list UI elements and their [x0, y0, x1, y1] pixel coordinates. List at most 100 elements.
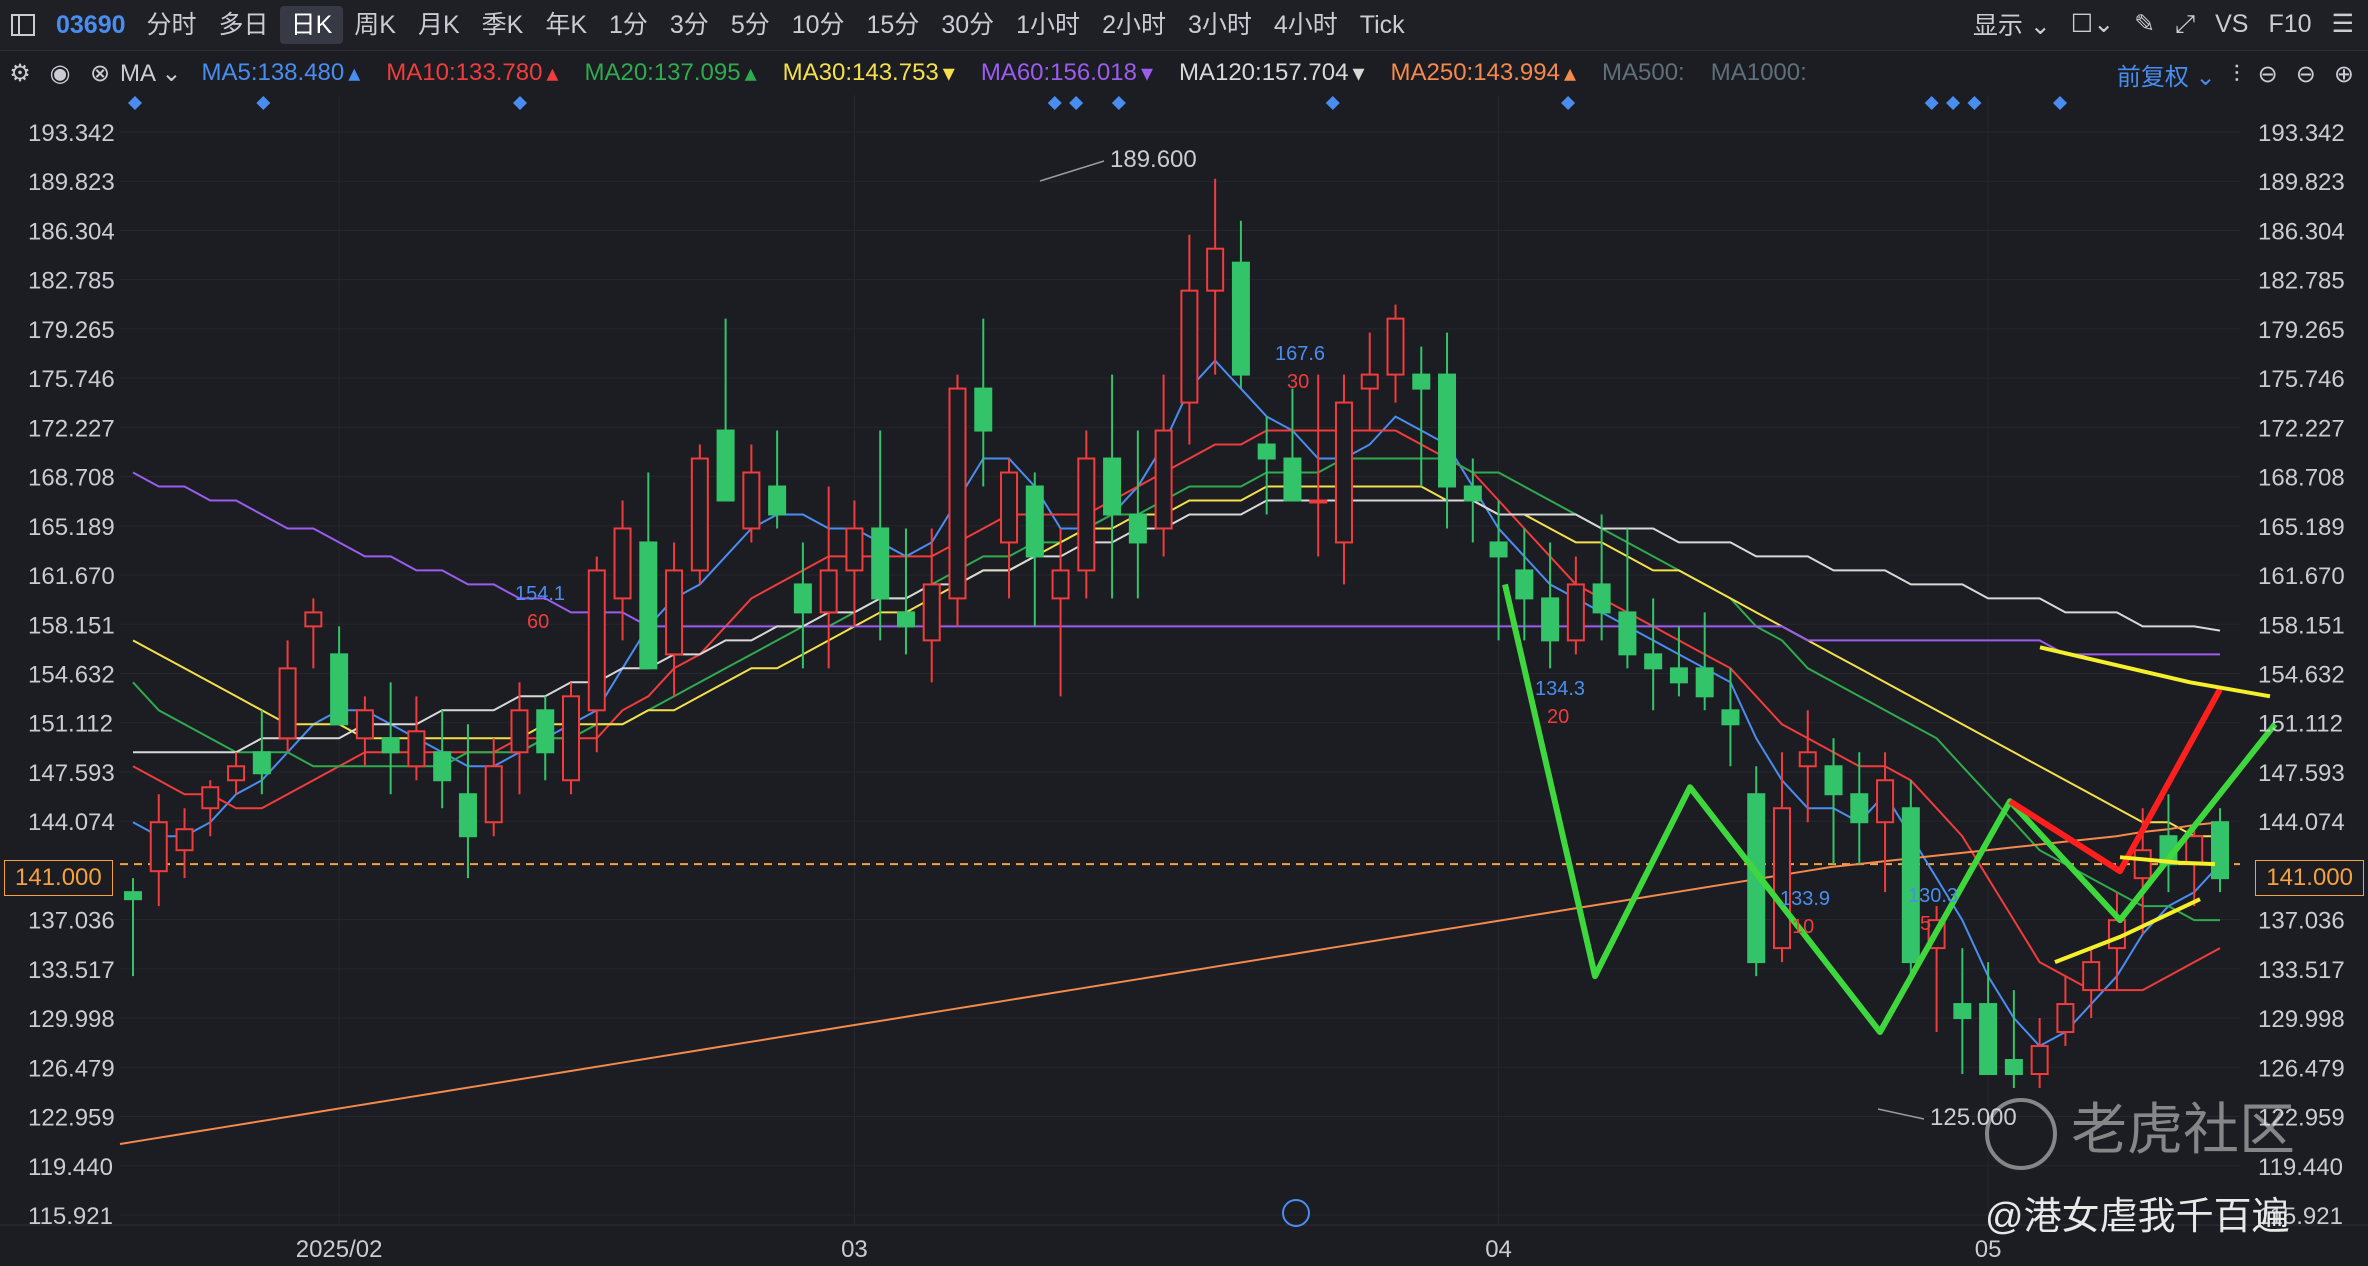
zoom-in-icon[interactable]: ⊕ [2334, 60, 2354, 89]
f10-button[interactable]: F10 [2268, 10, 2311, 39]
period-tab[interactable]: 3小时 [1177, 6, 1263, 44]
period-tab[interactable]: 2小时 [1091, 6, 1177, 44]
chart-settings-icon[interactable]: ⫶ [2234, 61, 2240, 89]
chevron-circle-icon[interactable]: ◉ [40, 59, 80, 88]
annotation: 154.1 60 [515, 583, 565, 633]
candle-body [433, 751, 452, 782]
candle [819, 486, 838, 669]
cost-sub-label: 5 [1920, 913, 1931, 935]
zoom-out-2-icon[interactable]: ⊖ [2296, 60, 2316, 89]
gear-icon[interactable]: ⚙ [0, 59, 40, 88]
y-tick-right: 129.998 [2258, 1006, 2345, 1033]
candle-body [304, 611, 323, 628]
period-tab[interactable]: 15分 [856, 6, 931, 44]
period-tab[interactable]: 10分 [781, 6, 856, 44]
event-diamond[interactable] [1111, 96, 1126, 110]
stock-symbol[interactable]: 03690 [46, 11, 136, 40]
ma-arrow-icon: ▾ [942, 59, 955, 87]
expand-icon[interactable]: ⤢ [2175, 10, 2195, 39]
candle-body [742, 471, 761, 530]
y-tick-right: 193.342 [2258, 120, 2345, 147]
period-tab[interactable]: 30分 [930, 6, 1005, 44]
candle [1154, 374, 1173, 557]
period-tab[interactable]: 分时 [136, 6, 208, 44]
checkbox-icon[interactable]: ☐⌄ [2071, 9, 2114, 39]
candle-body [536, 709, 555, 754]
candle-body [1077, 457, 1096, 572]
period-tab[interactable]: 1小时 [1005, 6, 1091, 44]
period-tab[interactable]: 年K [534, 6, 598, 44]
ma-item[interactable]: MA500: [1602, 59, 1685, 88]
event-diamond[interactable] [256, 96, 271, 110]
period-tab[interactable]: 周K [343, 6, 407, 44]
period-tab[interactable]: 季K [471, 6, 535, 44]
period-tab[interactable]: 5分 [720, 6, 781, 44]
period-tab[interactable]: 多日 [208, 6, 280, 44]
candle-body [845, 527, 864, 572]
candle-body [1489, 541, 1508, 558]
candle-body [871, 527, 890, 600]
candle-body [252, 751, 271, 775]
ma-item[interactable]: MA20:137.095 [584, 59, 740, 88]
y-tick-right: 126.479 [2258, 1055, 2345, 1082]
display-label: 显示 [1972, 12, 2023, 40]
zoom-out-icon[interactable]: ⊖ [2258, 60, 2278, 89]
event-e-icon[interactable] [1282, 1199, 1310, 1227]
adjust-select[interactable]: 前复权 ⌄ [2117, 57, 2216, 92]
pen-icon[interactable]: ✎ [2134, 9, 2155, 39]
candle-body [1566, 583, 1585, 642]
ma-item[interactable]: MA5:138.480 [201, 59, 344, 88]
ma-item[interactable]: MA250:143.994 [1391, 59, 1560, 88]
y-tick-right: 182.785 [2258, 268, 2345, 295]
ma-item[interactable]: MA1000: [1711, 59, 1807, 88]
event-diamond[interactable] [1069, 96, 1084, 110]
ma-item[interactable]: MA30:143.753 [783, 59, 939, 88]
event-diamond[interactable] [1325, 96, 1340, 110]
period-tab[interactable]: 月K [407, 6, 471, 44]
annotation: 189.600 [1039, 146, 1197, 182]
y-tick-right: 151.112 [2258, 711, 2343, 738]
period-tab[interactable]: 4小时 [1263, 6, 1349, 44]
candle [175, 808, 194, 879]
ma-type-select[interactable]: MA ⌄ [120, 59, 181, 88]
candle [1566, 556, 1585, 655]
candle [1798, 710, 1817, 823]
period-tab[interactable]: 3分 [659, 6, 720, 44]
period-tab[interactable]: 日K [279, 6, 344, 44]
candle [381, 682, 400, 795]
candle-body [819, 569, 838, 614]
cost-label: 130.3 [1908, 885, 1958, 907]
x-axis: 2025/02 03 04 05 [296, 1236, 2002, 1263]
candle-body [1541, 597, 1560, 642]
event-diamond[interactable] [513, 96, 527, 110]
candle [1618, 528, 1637, 669]
event-diamond[interactable] [1047, 96, 1062, 110]
sidebar-toggle-icon[interactable] [0, 6, 46, 44]
vs-button[interactable]: VS [2215, 10, 2248, 39]
candle-body [1644, 653, 1663, 670]
period-tab[interactable]: Tick [1349, 6, 1416, 44]
close-icon[interactable]: ⊗ [80, 59, 120, 88]
menu-icon[interactable]: ☰ [2332, 9, 2354, 39]
ma-items: MA5:138.480 ▴ MA10:133.780 ▴ MA20:137.095 ▴ MA… [201, 59, 1832, 88]
candle-body [768, 485, 787, 516]
event-diamond[interactable] [2053, 96, 2067, 110]
event-diamond[interactable] [1967, 96, 1982, 110]
event-diamond[interactable] [1561, 96, 1576, 110]
candle [613, 500, 632, 641]
display-menu[interactable]: 显示 ⌄ [1973, 6, 2051, 42]
candle [458, 724, 477, 879]
event-diamond[interactable] [1924, 96, 1939, 110]
ma-item[interactable]: MA60:156.018 [981, 59, 1137, 88]
x-tick-label: 05 [1975, 1236, 2002, 1263]
event-diamond[interactable] [1946, 96, 1961, 110]
period-tab[interactable]: 1分 [598, 6, 659, 44]
ma-item[interactable]: MA10:133.780 [386, 59, 542, 88]
y-tick-right: 189.823 [2258, 169, 2345, 196]
ma-arrow-icon: ▴ [1563, 59, 1577, 87]
ma-item[interactable]: MA120:157.704 [1179, 59, 1348, 88]
candle-body [2056, 1003, 2075, 1034]
toolbar-right: 显示 ⌄ ☐⌄ ✎ ⤢ VS F10 ☰ [1973, 6, 2354, 42]
candle-body [613, 527, 632, 600]
event-diamond[interactable] [128, 96, 142, 110]
